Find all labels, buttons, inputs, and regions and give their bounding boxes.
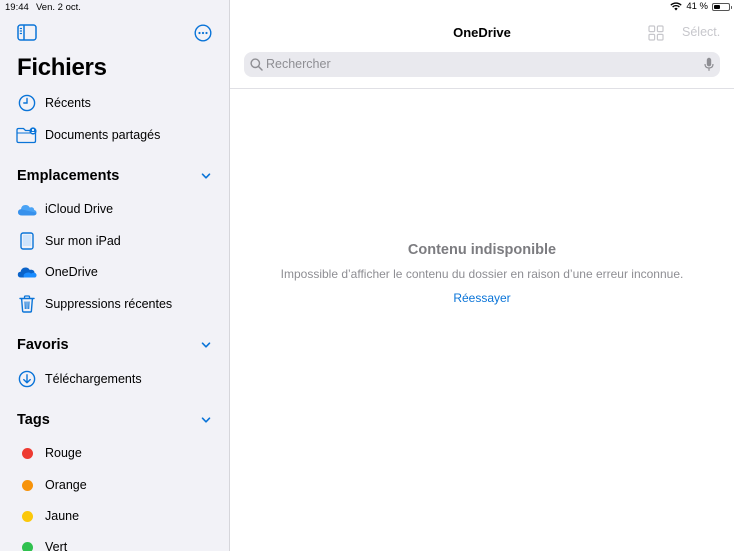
sidebar-item-shared-documents[interactable]: Documents partagés xyxy=(0,122,229,148)
section-favorites[interactable]: Favoris xyxy=(0,334,229,356)
sidebar-item-label: Orange xyxy=(45,478,87,492)
tag-color-dot xyxy=(21,447,33,459)
tag-color-dot xyxy=(21,479,33,491)
section-header: Tags xyxy=(17,412,50,428)
section-header: Emplacements xyxy=(17,168,120,184)
microphone-icon[interactable] xyxy=(704,57,714,72)
sidebar-tag-jaune[interactable]: Jaune xyxy=(0,503,229,529)
sidebar-item-label: iCloud Drive xyxy=(45,202,114,216)
sidebar-tag-rouge[interactable]: Rouge xyxy=(0,440,229,466)
sidebar-title: Fichiers xyxy=(17,54,107,81)
sidebar-item-downloads[interactable]: Téléchargements xyxy=(0,366,229,392)
section-tags[interactable]: Tags xyxy=(0,409,229,431)
chevron-down-icon[interactable] xyxy=(200,170,212,182)
tag-color-dot xyxy=(21,541,33,551)
header-divider xyxy=(230,88,734,89)
main-content: OneDrive Sélect. Rechercher Contenu indi… xyxy=(230,0,734,551)
section-header: Favoris xyxy=(17,337,69,353)
sidebar-item-on-my-ipad[interactable]: Sur mon iPad xyxy=(0,228,229,254)
status-indicators: 41 % xyxy=(670,1,732,12)
status-time: 19:44 xyxy=(5,2,29,13)
sidebar-toggle-icon[interactable] xyxy=(17,24,37,41)
sidebar-item-onedrive[interactable]: OneDrive xyxy=(0,259,229,285)
search-input[interactable]: Rechercher xyxy=(244,52,720,77)
battery-icon xyxy=(712,2,732,11)
sidebar-item-recently-deleted[interactable]: Suppressions récentes xyxy=(0,291,229,317)
grid-view-icon[interactable] xyxy=(648,25,664,41)
download-icon xyxy=(16,368,38,390)
sidebar-tag-vert[interactable]: Vert xyxy=(0,534,229,551)
sidebar-item-label: OneDrive xyxy=(45,265,98,279)
sidebar-item-label: Vert xyxy=(45,540,68,551)
empty-state-message: Impossible d’afficher le contenu du doss… xyxy=(280,267,684,281)
battery-fill xyxy=(714,4,720,9)
clock-icon xyxy=(16,92,38,114)
sidebar-item-label: Suppressions récentes xyxy=(45,297,173,311)
ipad-icon xyxy=(16,230,38,252)
wifi-icon xyxy=(670,2,683,11)
select-button[interactable]: Sélect. xyxy=(682,25,720,39)
retry-button[interactable]: Réessayer xyxy=(230,291,734,305)
status-date: Ven. 2 oct. xyxy=(36,2,81,13)
more-options-icon[interactable] xyxy=(194,24,212,42)
search-icon xyxy=(250,58,263,71)
icloud-icon xyxy=(16,198,38,220)
battery-percent: 41 % xyxy=(686,1,708,12)
sidebar-item-label: Récents xyxy=(45,96,91,110)
chevron-down-icon[interactable] xyxy=(200,414,212,426)
empty-state-title: Contenu indisponible xyxy=(407,242,557,258)
sidebar: Fichiers Récents Documents partagés Empl… xyxy=(0,0,230,551)
section-locations[interactable]: Emplacements xyxy=(0,165,229,187)
sidebar-item-icloud-drive[interactable]: iCloud Drive xyxy=(0,196,229,222)
onedrive-icon xyxy=(16,261,38,283)
sidebar-item-label: Jaune xyxy=(45,509,80,523)
tag-color-dot xyxy=(21,510,33,522)
status-bar: 19:44 Ven. 2 oct. 41 % xyxy=(0,0,734,14)
sidebar-tag-orange[interactable]: Orange xyxy=(0,472,229,498)
sidebar-item-label: Documents partagés xyxy=(45,128,161,142)
sidebar-item-label: Sur mon iPad xyxy=(45,234,121,248)
shared-folder-icon xyxy=(16,124,38,146)
sidebar-item-recents[interactable]: Récents xyxy=(0,90,229,116)
chevron-down-icon[interactable] xyxy=(200,339,212,351)
search-placeholder: Rechercher xyxy=(266,57,331,71)
trash-icon xyxy=(16,293,38,315)
sidebar-item-label: Téléchargements xyxy=(45,372,142,386)
sidebar-item-label: Rouge xyxy=(45,446,82,460)
